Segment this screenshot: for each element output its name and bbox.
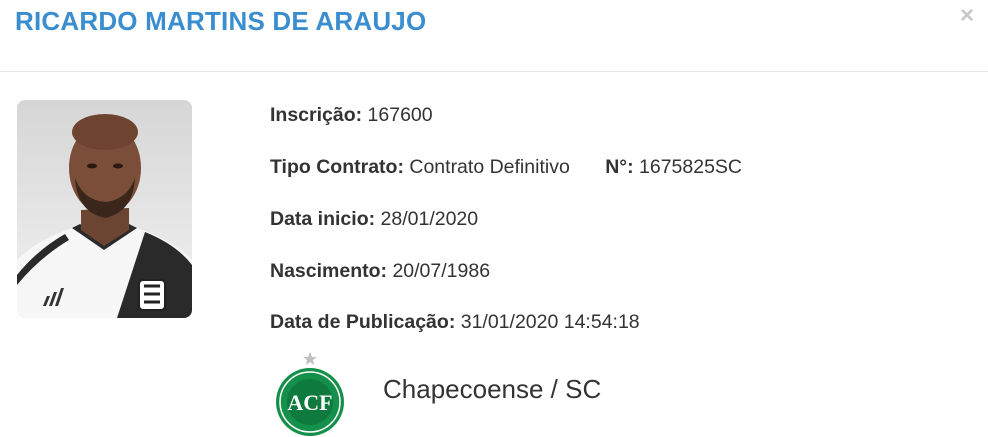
club-crest-icon: ACF [268,352,352,437]
inscricao-value: 167600 [367,104,433,126]
club-crest-text: ACF [287,390,332,415]
numero-value: 1675825SC [639,156,743,178]
nascimento-row: Nascimento: 20/07/1986 [270,260,490,283]
data-inicio-row: Data inicio: 28/01/2020 [270,208,478,231]
data-publicacao-value: 31/01/2020 14:54:18 [460,311,640,333]
club-name[interactable]: Chapecoense / SC [383,374,601,405]
inscricao-label: Inscrição: [270,104,363,126]
nascimento-value: 20/07/1986 [392,260,491,282]
inscricao-row: Inscrição: 167600 [270,104,433,127]
data-inicio-value: 28/01/2020 [380,208,479,230]
tipo-contrato-row: Tipo Contrato: Contrato Definitivo N°: 1… [270,156,742,179]
tipo-contrato-label: Tipo Contrato: [270,156,404,178]
numero-label: N°: [605,156,634,178]
nascimento-label: Nascimento: [270,260,388,282]
close-button[interactable]: × [960,4,974,28]
player-photo-icon [17,100,192,318]
modal-title: RICARDO MARTINS DE ARAUJO [15,6,427,36]
data-publicacao-row: Data de Publicação: 31/01/2020 14:54:18 [270,311,640,334]
modal-header: RICARDO MARTINS DE ARAUJO × [0,0,988,72]
data-publicacao-label: Data de Publicação: [270,311,456,333]
data-inicio-label: Data inicio: [270,208,376,230]
tipo-contrato-value: Contrato Definitivo [409,156,570,178]
player-photo [17,100,192,318]
numero-group: N°: 1675825SC [605,156,742,178]
